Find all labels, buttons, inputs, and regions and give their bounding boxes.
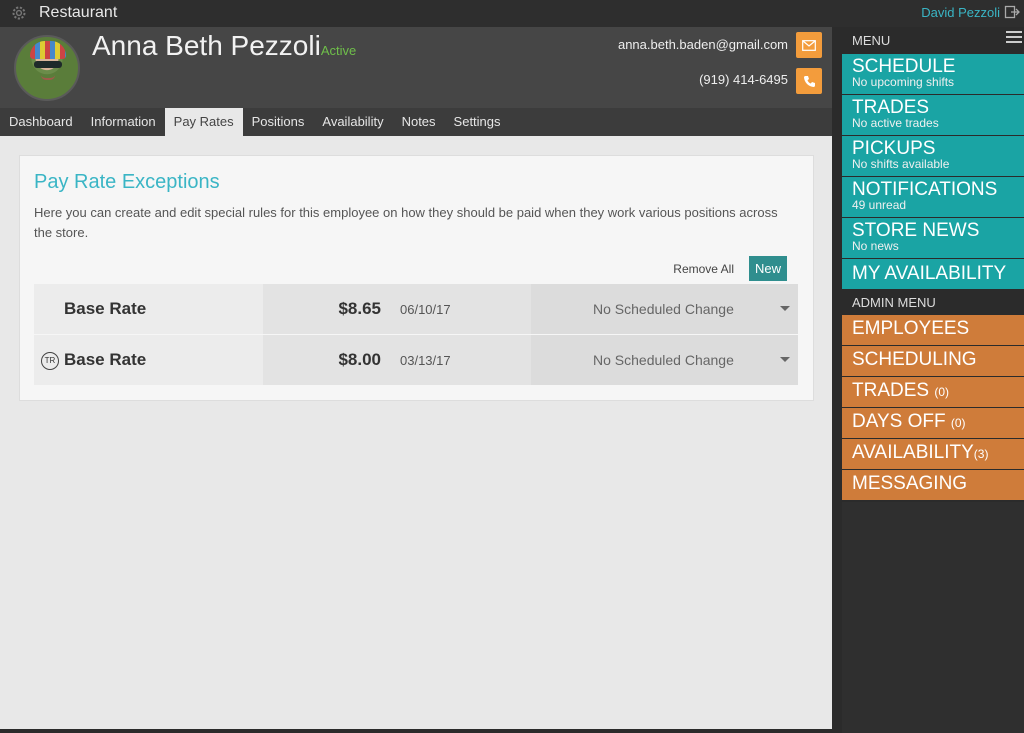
rate-amount-cell: $8.00 03/13/17 <box>263 335 531 385</box>
sidebar-empty-area <box>842 502 1024 733</box>
tab-settings[interactable]: Settings <box>445 108 510 136</box>
rate-amount[interactable]: $8.00 <box>338 350 381 370</box>
tab-pay-rates[interactable]: Pay Rates <box>164 108 243 136</box>
sidebar-item-label: AVAILABILITY(3) <box>852 442 989 463</box>
tab-dashboard[interactable]: Dashboard <box>0 108 82 136</box>
pay-rate-exceptions-card: Pay Rate Exceptions Here you can create … <box>19 155 814 401</box>
sidebar-item-label: SCHEDULING <box>852 349 977 370</box>
rate-label: Base Rate <box>64 350 147 369</box>
top-bar: Restaurant David Pezzoli <box>0 0 1024 27</box>
hamburger-menu-icon[interactable] <box>1006 30 1022 44</box>
email-button[interactable] <box>796 32 822 58</box>
sidebar-item-my-availability[interactable]: MY AVAILABILITY <box>842 259 1024 289</box>
sidebar-item-pickups[interactable]: PICKUPS No shifts available <box>842 136 1024 176</box>
employee-name-text: Anna Beth Pezzoli <box>92 30 321 61</box>
rate-amount[interactable]: $8.65 <box>338 299 381 319</box>
tab-positions[interactable]: Positions <box>243 108 314 136</box>
sidebar-item-sub: No shifts available <box>852 157 950 171</box>
profile-tabs: Dashboard Information Pay Rates Position… <box>0 108 832 136</box>
profile-header: Anna Beth PezzoliActive anna.beth.baden@… <box>0 27 832 108</box>
sidebar-item-label: NOTIFICATIONS <box>852 179 998 200</box>
sidebar-item-label: DAYS OFF (0) <box>852 411 966 432</box>
new-button[interactable]: New <box>748 256 787 281</box>
sidebar-item-label: SCHEDULE <box>852 56 956 77</box>
rate-amount-cell: $8.65 06/10/17 <box>263 284 531 334</box>
tab-information[interactable]: Information <box>82 108 165 136</box>
app-name: Restaurant <box>39 4 118 21</box>
sidebar-item-days-off[interactable]: DAYS OFF (0) <box>842 408 1024 438</box>
scheduled-change-select[interactable]: No Scheduled Change <box>531 335 798 385</box>
gear-icon[interactable] <box>10 4 28 22</box>
avatar <box>14 35 80 101</box>
sidebar-item-admin-trades[interactable]: TRADES (0) <box>842 377 1024 407</box>
status-badge: Active <box>320 43 357 58</box>
card-title: Pay Rate Exceptions <box>34 171 220 193</box>
sidebar-item-store-news[interactable]: STORE NEWS No news <box>842 218 1024 258</box>
sidebar-item-sub: No upcoming shifts <box>852 75 955 89</box>
sidebar-item-scheduling[interactable]: SCHEDULING <box>842 346 1024 376</box>
phone-icon <box>803 75 815 87</box>
sidebar-item-messaging[interactable]: MESSAGING <box>842 470 1024 500</box>
sidebar-item-label: TRADES (0) <box>852 380 950 401</box>
logout-icon[interactable] <box>1004 4 1020 20</box>
employee-name: Anna Beth PezzoliActive <box>92 30 356 62</box>
sidebar-item-label: TRADES <box>852 97 930 118</box>
main-content: Anna Beth PezzoliActive anna.beth.baden@… <box>0 27 832 729</box>
sidebar-item-employees[interactable]: EMPLOYEES <box>842 315 1024 345</box>
sidebar: MENU SCHEDULE No upcoming shifts TRADES … <box>840 27 1024 733</box>
scheduled-change-select[interactable]: No Scheduled Change <box>531 284 798 334</box>
card-description: Here you can create and edit special rul… <box>34 205 778 240</box>
sidebar-item-schedule[interactable]: SCHEDULE No upcoming shifts <box>842 54 1024 94</box>
tab-notes[interactable]: Notes <box>393 108 445 136</box>
sidebar-item-label: STORE NEWS <box>852 220 980 241</box>
sidebar-item-trades[interactable]: TRADES No active trades <box>842 95 1024 135</box>
rate-label: Base Rate <box>64 299 147 318</box>
tab-availability[interactable]: Availability <box>313 108 392 136</box>
sidebar-item-label: MY AVAILABILITY <box>852 263 1007 284</box>
sidebar-item-notifications[interactable]: NOTIFICATIONS 49 unread <box>842 177 1024 217</box>
sidebar-item-label: MESSAGING <box>852 473 968 494</box>
sidebar-item-sub: No news <box>852 239 899 253</box>
rate-name-cell: Base Rate <box>34 284 263 334</box>
mail-icon <box>802 39 816 51</box>
rate-name-cell: TR Base Rate <box>34 335 263 385</box>
table-row: TR Base Rate $8.00 03/13/17 No Scheduled… <box>34 335 798 385</box>
employee-phone: (919) 414-6495 <box>699 72 788 87</box>
chevron-down-icon <box>780 306 790 311</box>
chevron-down-icon <box>780 357 790 362</box>
sidebar-item-label: EMPLOYEES <box>852 318 970 339</box>
scheduled-change-value: No Scheduled Change <box>593 301 734 317</box>
tr-badge-icon: TR <box>41 352 59 370</box>
remove-all-button[interactable]: Remove All <box>673 262 734 276</box>
table-row: Base Rate $8.65 06/10/17 No Scheduled Ch… <box>34 284 798 334</box>
sidebar-item-sub: No active trades <box>852 116 939 130</box>
rate-date: 06/10/17 <box>400 302 451 317</box>
scheduled-change-value: No Scheduled Change <box>593 352 734 368</box>
sidebar-item-sub: 49 unread <box>852 198 907 212</box>
employee-email: anna.beth.baden@gmail.com <box>617 37 788 52</box>
call-button[interactable] <box>796 68 822 94</box>
admin-menu-heading: ADMIN MENU <box>852 295 936 310</box>
rate-date: 03/13/17 <box>400 353 451 368</box>
sidebar-item-availability[interactable]: AVAILABILITY(3) <box>842 439 1024 469</box>
menu-heading: MENU <box>852 33 891 48</box>
current-user-link[interactable]: David Pezzoli <box>921 5 1000 20</box>
sidebar-item-label: PICKUPS <box>852 138 936 159</box>
